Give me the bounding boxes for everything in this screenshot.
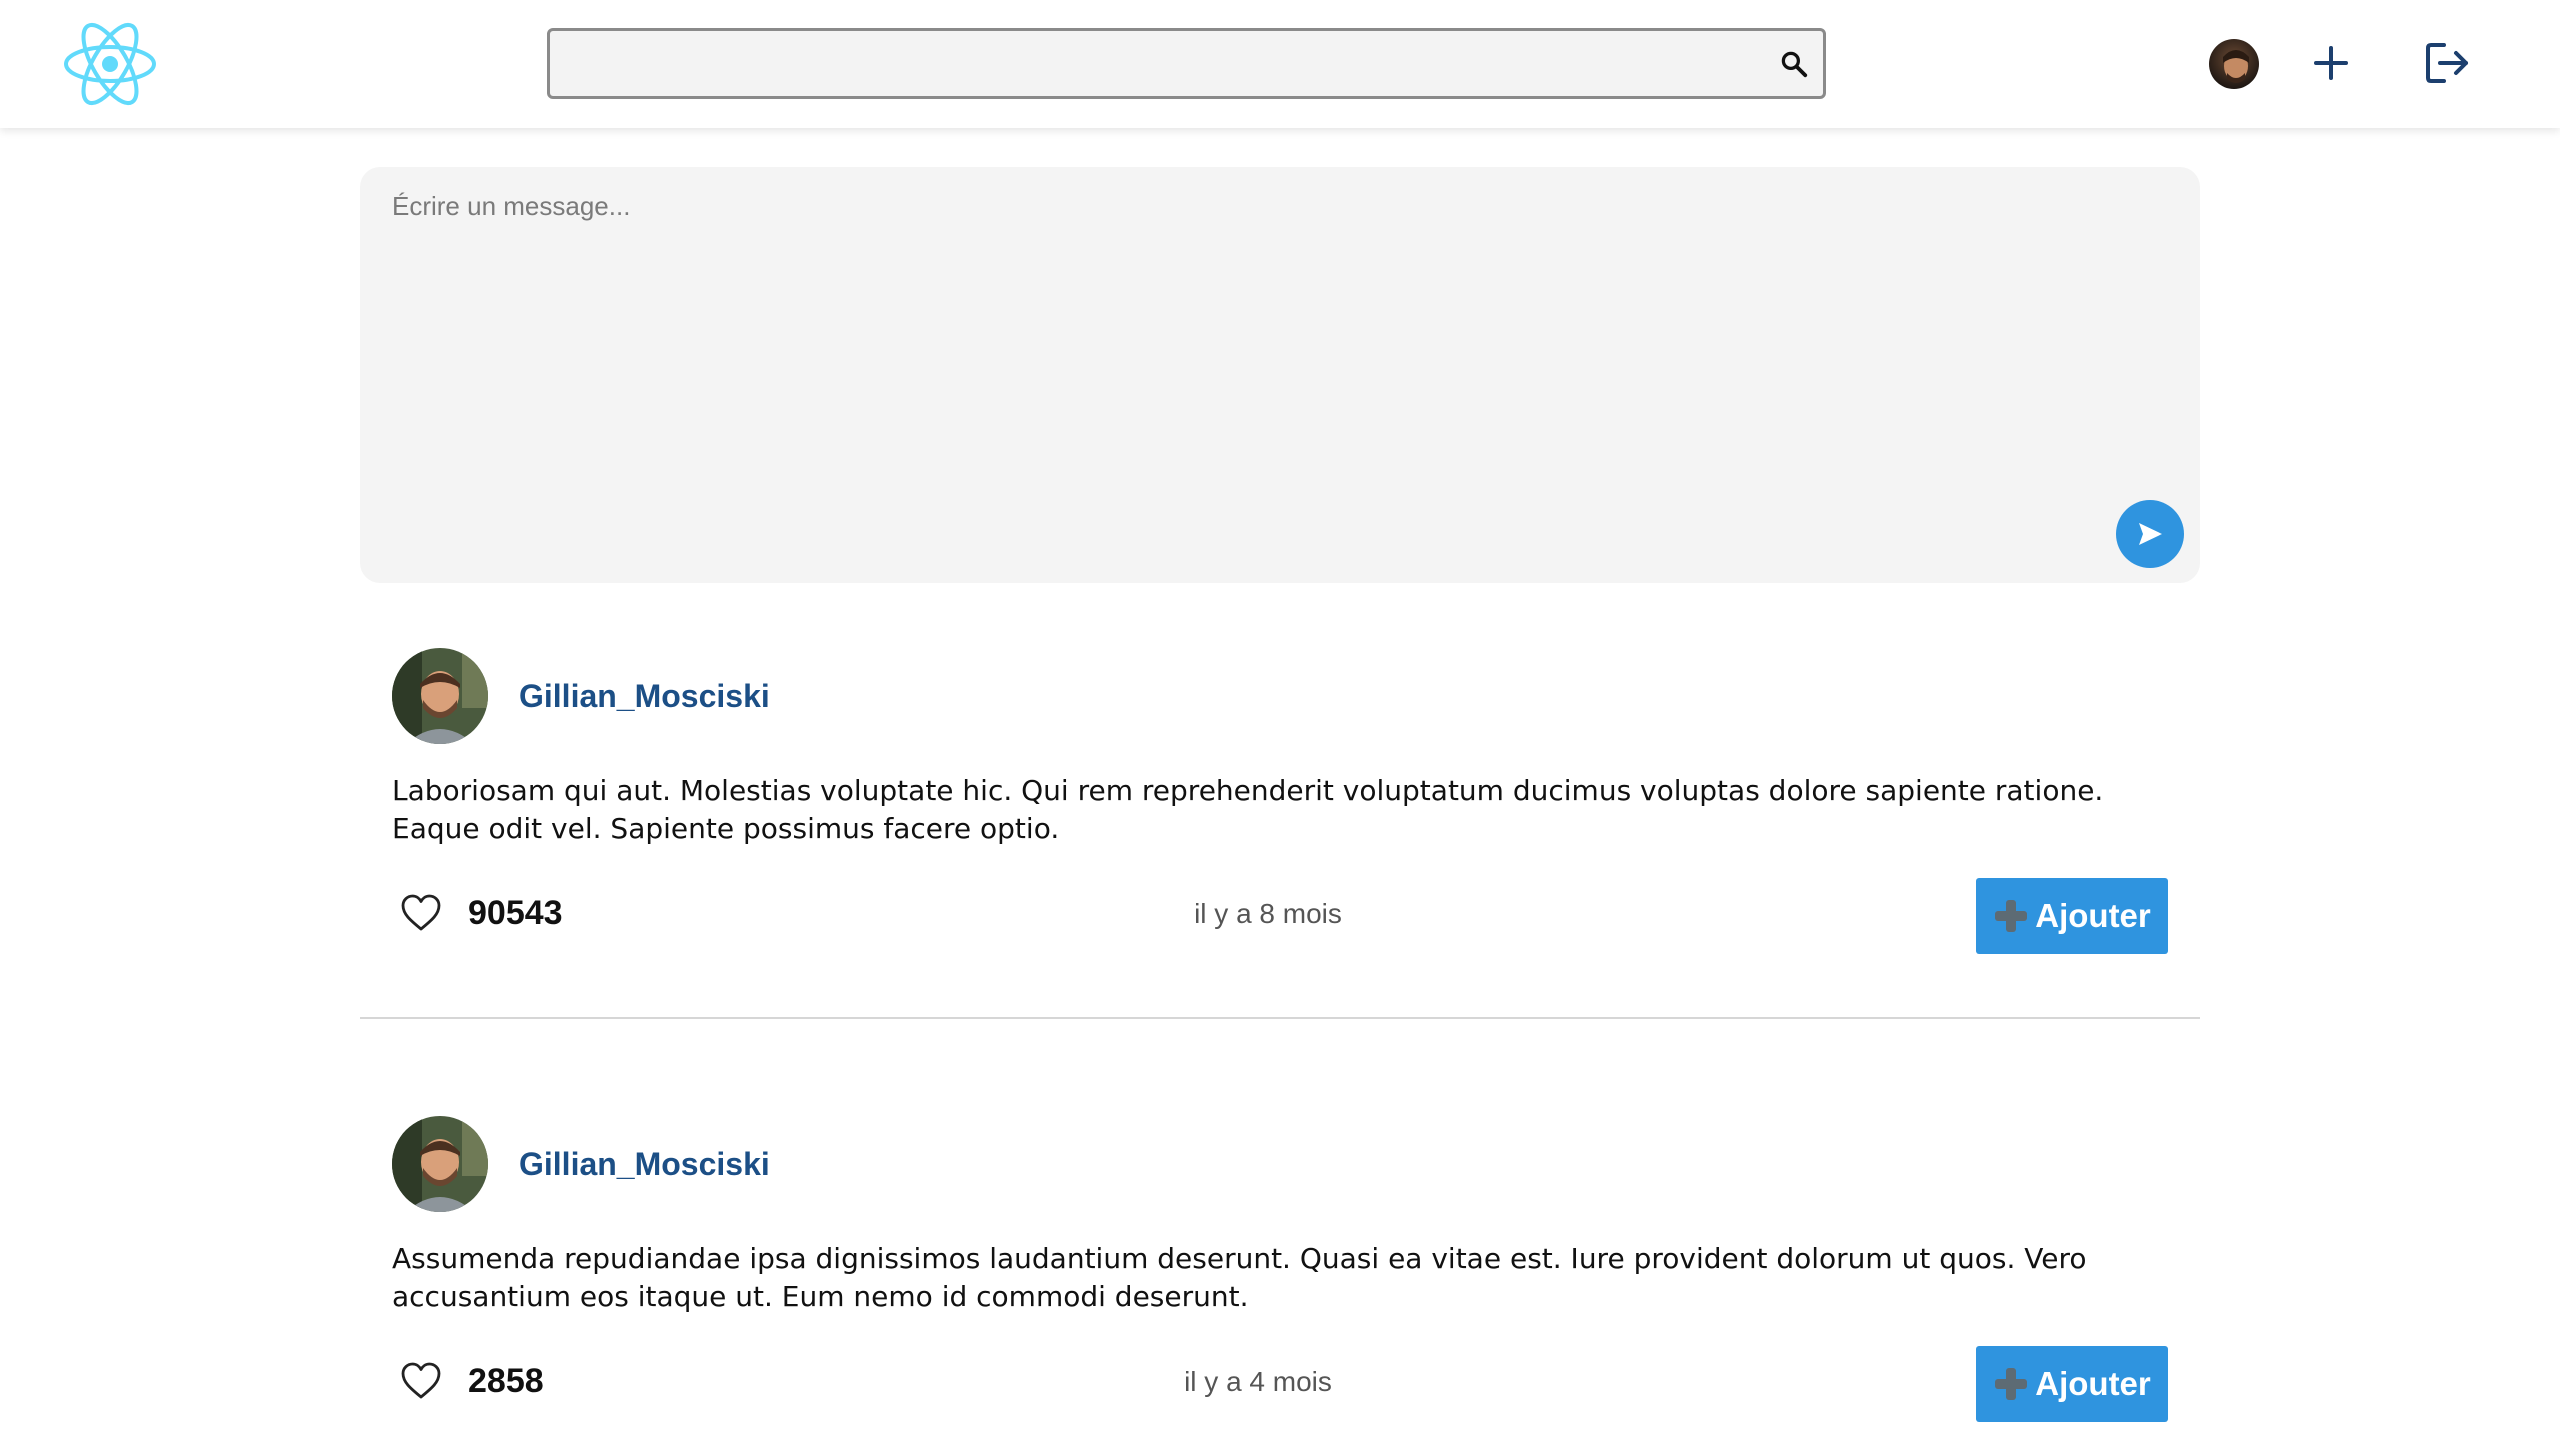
post-card: Gillian_Mosciski Laboriosam qui aut. Mol…: [360, 640, 2200, 1000]
search-input[interactable]: [562, 39, 1742, 89]
heart-icon[interactable]: [400, 893, 442, 933]
add-button-label: Ajouter: [2035, 1365, 2151, 1402]
react-logo-icon[interactable]: [62, 18, 158, 110]
send-button[interactable]: [2116, 500, 2184, 568]
post-divider: [360, 1017, 2200, 1019]
plus-icon[interactable]: [2310, 42, 2352, 84]
post-text: Laboriosam qui aut. Molestias voluptate …: [392, 774, 2104, 845]
add-button[interactable]: Ajouter: [1976, 1346, 2168, 1422]
user-avatar[interactable]: [2209, 39, 2259, 89]
search-bar: [547, 28, 1826, 99]
post-card: Gillian_Mosciski Assumenda repudiandae i…: [360, 1108, 2200, 1440]
like-count: 2858: [468, 1362, 544, 1400]
author-avatar[interactable]: [392, 648, 488, 744]
author-name-link[interactable]: Gillian_Mosciski: [519, 678, 770, 715]
message-composer: [360, 167, 2200, 583]
author-name-link[interactable]: Gillian_Mosciski: [519, 1146, 770, 1183]
heart-icon[interactable]: [400, 1361, 442, 1401]
message-input[interactable]: [392, 191, 2152, 491]
post-timestamp: il y a 4 mois: [1184, 1366, 1332, 1397]
plus-emoji-icon: [1993, 898, 2029, 934]
add-button[interactable]: Ajouter: [1976, 878, 2168, 954]
send-icon: [2139, 523, 2162, 545]
logout-icon[interactable]: [2424, 40, 2472, 86]
author-avatar[interactable]: [392, 1116, 488, 1212]
search-icon[interactable]: [1779, 49, 1809, 79]
add-button-label: Ajouter: [2035, 897, 2151, 934]
like-count: 90543: [468, 894, 563, 932]
post-text: Assumenda repudiandae ipsa dignissimos l…: [392, 1242, 2087, 1313]
post-timestamp: il y a 8 mois: [1194, 898, 1342, 929]
plus-emoji-icon: [1993, 1366, 2029, 1402]
top-navbar: [0, 0, 2560, 128]
